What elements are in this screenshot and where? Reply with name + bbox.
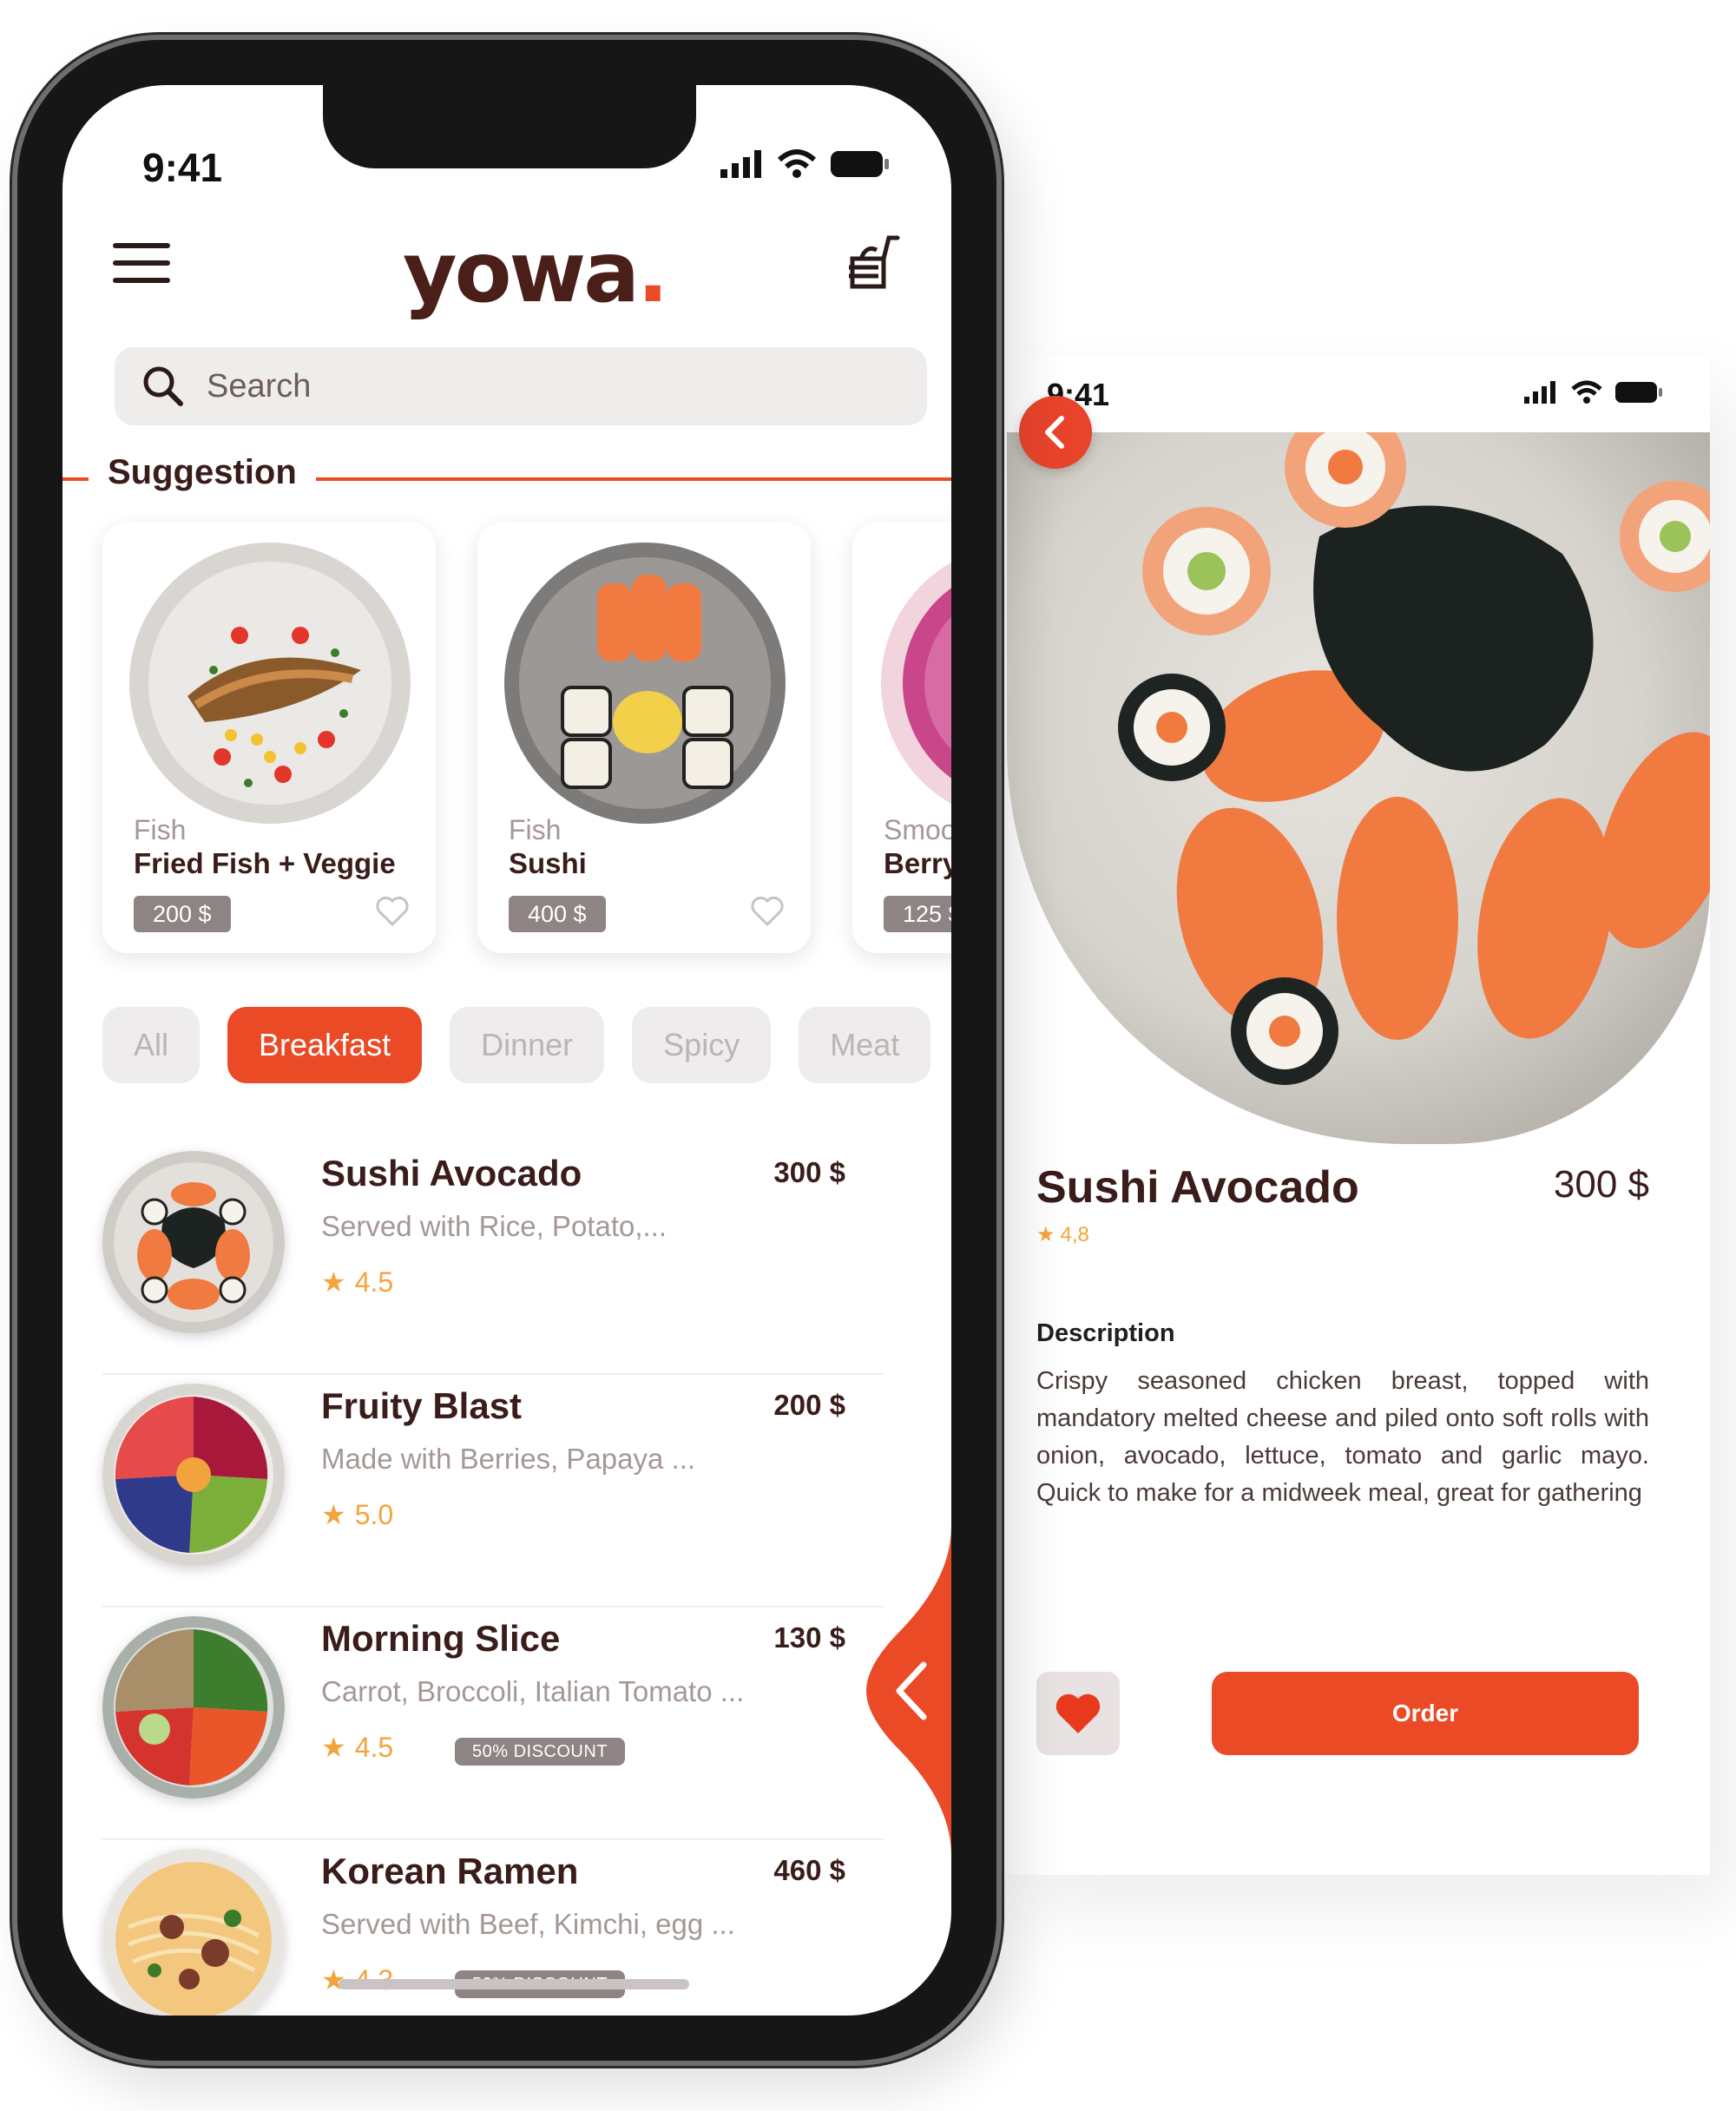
status-icons [720, 149, 891, 179]
heart-outline-icon[interactable] [750, 896, 785, 927]
side-drawer-tab[interactable] [866, 1526, 951, 1856]
dish-price: 300 $ [1553, 1163, 1649, 1206]
description-text: Crispy seasoned chicken breast, topped w… [1036, 1367, 1649, 1507]
chip-all[interactable]: All [102, 1007, 201, 1083]
signal-icon [720, 150, 761, 178]
brand-logo: yowa. [403, 224, 669, 321]
suggestion-card[interactable]: Fish Fried Fish + Veggie 200 $ [102, 523, 436, 953]
discount-badge: 50% DISCOUNT [455, 1738, 626, 1766]
dish-title: Sushi Avocado [1036, 1162, 1359, 1213]
status-bar: 9:41 [998, 356, 1710, 434]
star-icon: ★ [1036, 1223, 1055, 1246]
dish-description: Carrot, Broccoli, Italian Tomato ... [321, 1675, 745, 1707]
signal-icon [1524, 381, 1555, 404]
dish-price: 300 $ [773, 1156, 845, 1188]
dish-name: Fried Fish + Veggie [134, 847, 396, 879]
dish-thumbnail [102, 1384, 285, 1566]
dish-rating: ★ 5.0 [321, 1498, 394, 1531]
detail-screen: 9:41 Sushi Avocado 300 $ ★ 4,8 Descripti… [998, 356, 1710, 1875]
search-input[interactable] [207, 367, 866, 405]
dish-image [877, 540, 951, 826]
dish-price: 130 $ [773, 1621, 845, 1654]
dish-rating: ★ 4.5 [321, 1731, 394, 1764]
dish-rating: ★ 4,8 [1036, 1222, 1089, 1247]
rating-value: 4,8 [1060, 1222, 1089, 1246]
dish-image [502, 540, 788, 826]
wifi-icon [778, 149, 816, 178]
dish-rating: ★ 4.5 [321, 1266, 394, 1299]
dish-description: Served with Beef, Kimchi, egg ... [321, 1908, 735, 1940]
star-icon: ★ [321, 1499, 346, 1530]
description-heading: Description [1036, 1319, 1175, 1347]
wifi-icon [1571, 380, 1602, 404]
battery-icon [831, 151, 889, 177]
notch [323, 85, 696, 168]
dish-price: 460 $ [773, 1854, 845, 1886]
heart-icon [1055, 1693, 1101, 1733]
suggestion-card[interactable]: Smoo Berry 125 $ [852, 523, 951, 953]
home-indicator [339, 1979, 689, 1989]
list-item[interactable]: Fruity Blast 200 $ Made with Berries, Pa… [102, 1375, 884, 1608]
star-icon: ★ [321, 1732, 346, 1763]
dish-title: Korean Ramen [321, 1851, 579, 1891]
search-icon [143, 366, 183, 406]
favorite-button[interactable] [1036, 1672, 1120, 1755]
price-tag: 200 $ [134, 896, 231, 932]
home-screen: 9:41 yowa. Suggestion Fish Fried F [62, 85, 951, 2016]
star-icon: ★ [321, 1266, 346, 1298]
dish-title: Fruity Blast [321, 1385, 523, 1426]
chevron-left-icon [1045, 416, 1064, 449]
dish-thumbnail [102, 1616, 285, 1799]
dish-price: 200 $ [773, 1389, 845, 1421]
status-icons [1524, 380, 1663, 404]
dish-name: Sushi [509, 847, 587, 879]
dish-description: Served with Rice, Potato,... [321, 1210, 667, 1242]
phone-frame: 9:41 yowa. Suggestion Fish Fried F [12, 35, 1002, 2066]
food-list: Sushi Avocado 300 $ Served with Rice, Po… [102, 1142, 884, 2016]
chip-meat[interactable]: Meat [799, 1007, 931, 1083]
category-filter: All Breakfast Dinner Spicy Meat [102, 1007, 931, 1083]
suggestion-title: Suggestion [89, 453, 316, 492]
suggestion-card[interactable]: Fish Sushi 400 $ [477, 523, 811, 953]
list-item[interactable]: Morning Slice 130 $ Carrot, Broccoli, It… [102, 1608, 884, 1840]
status-time: 9:41 [142, 145, 223, 190]
suggestion-carousel[interactable]: Fish Fried Fish + Veggie 200 $ Fish Sush… [102, 523, 951, 957]
dish-title: Morning Slice [321, 1618, 561, 1659]
chip-dinner[interactable]: Dinner [450, 1007, 605, 1083]
back-button[interactable] [1019, 396, 1092, 469]
chip-breakfast[interactable]: Breakfast [227, 1007, 423, 1083]
order-button[interactable]: Order [1212, 1672, 1639, 1755]
dish-category: Smoo [884, 814, 951, 845]
dish-title: Sushi Avocado [321, 1153, 582, 1194]
price-tag: 125 $ [884, 896, 951, 932]
dish-thumbnail [102, 1849, 285, 2016]
cart-icon[interactable] [840, 233, 901, 298]
price-tag: 400 $ [509, 896, 606, 932]
dish-category: Fish [134, 814, 187, 845]
dish-name: Berry [884, 847, 951, 879]
dish-image [127, 540, 413, 826]
dish-hero-image [1007, 432, 1710, 1144]
heart-outline-icon[interactable] [375, 896, 410, 927]
chip-spicy[interactable]: Spicy [632, 1007, 772, 1083]
dish-thumbnail [102, 1151, 285, 1333]
search-bar[interactable] [115, 347, 927, 425]
dish-category: Fish [509, 814, 562, 845]
battery-icon [1615, 382, 1662, 403]
list-item[interactable]: Sushi Avocado 300 $ Served with Rice, Po… [102, 1142, 884, 1375]
hamburger-icon[interactable] [113, 243, 170, 285]
dish-description: Made with Berries, Papaya ... [321, 1443, 696, 1475]
